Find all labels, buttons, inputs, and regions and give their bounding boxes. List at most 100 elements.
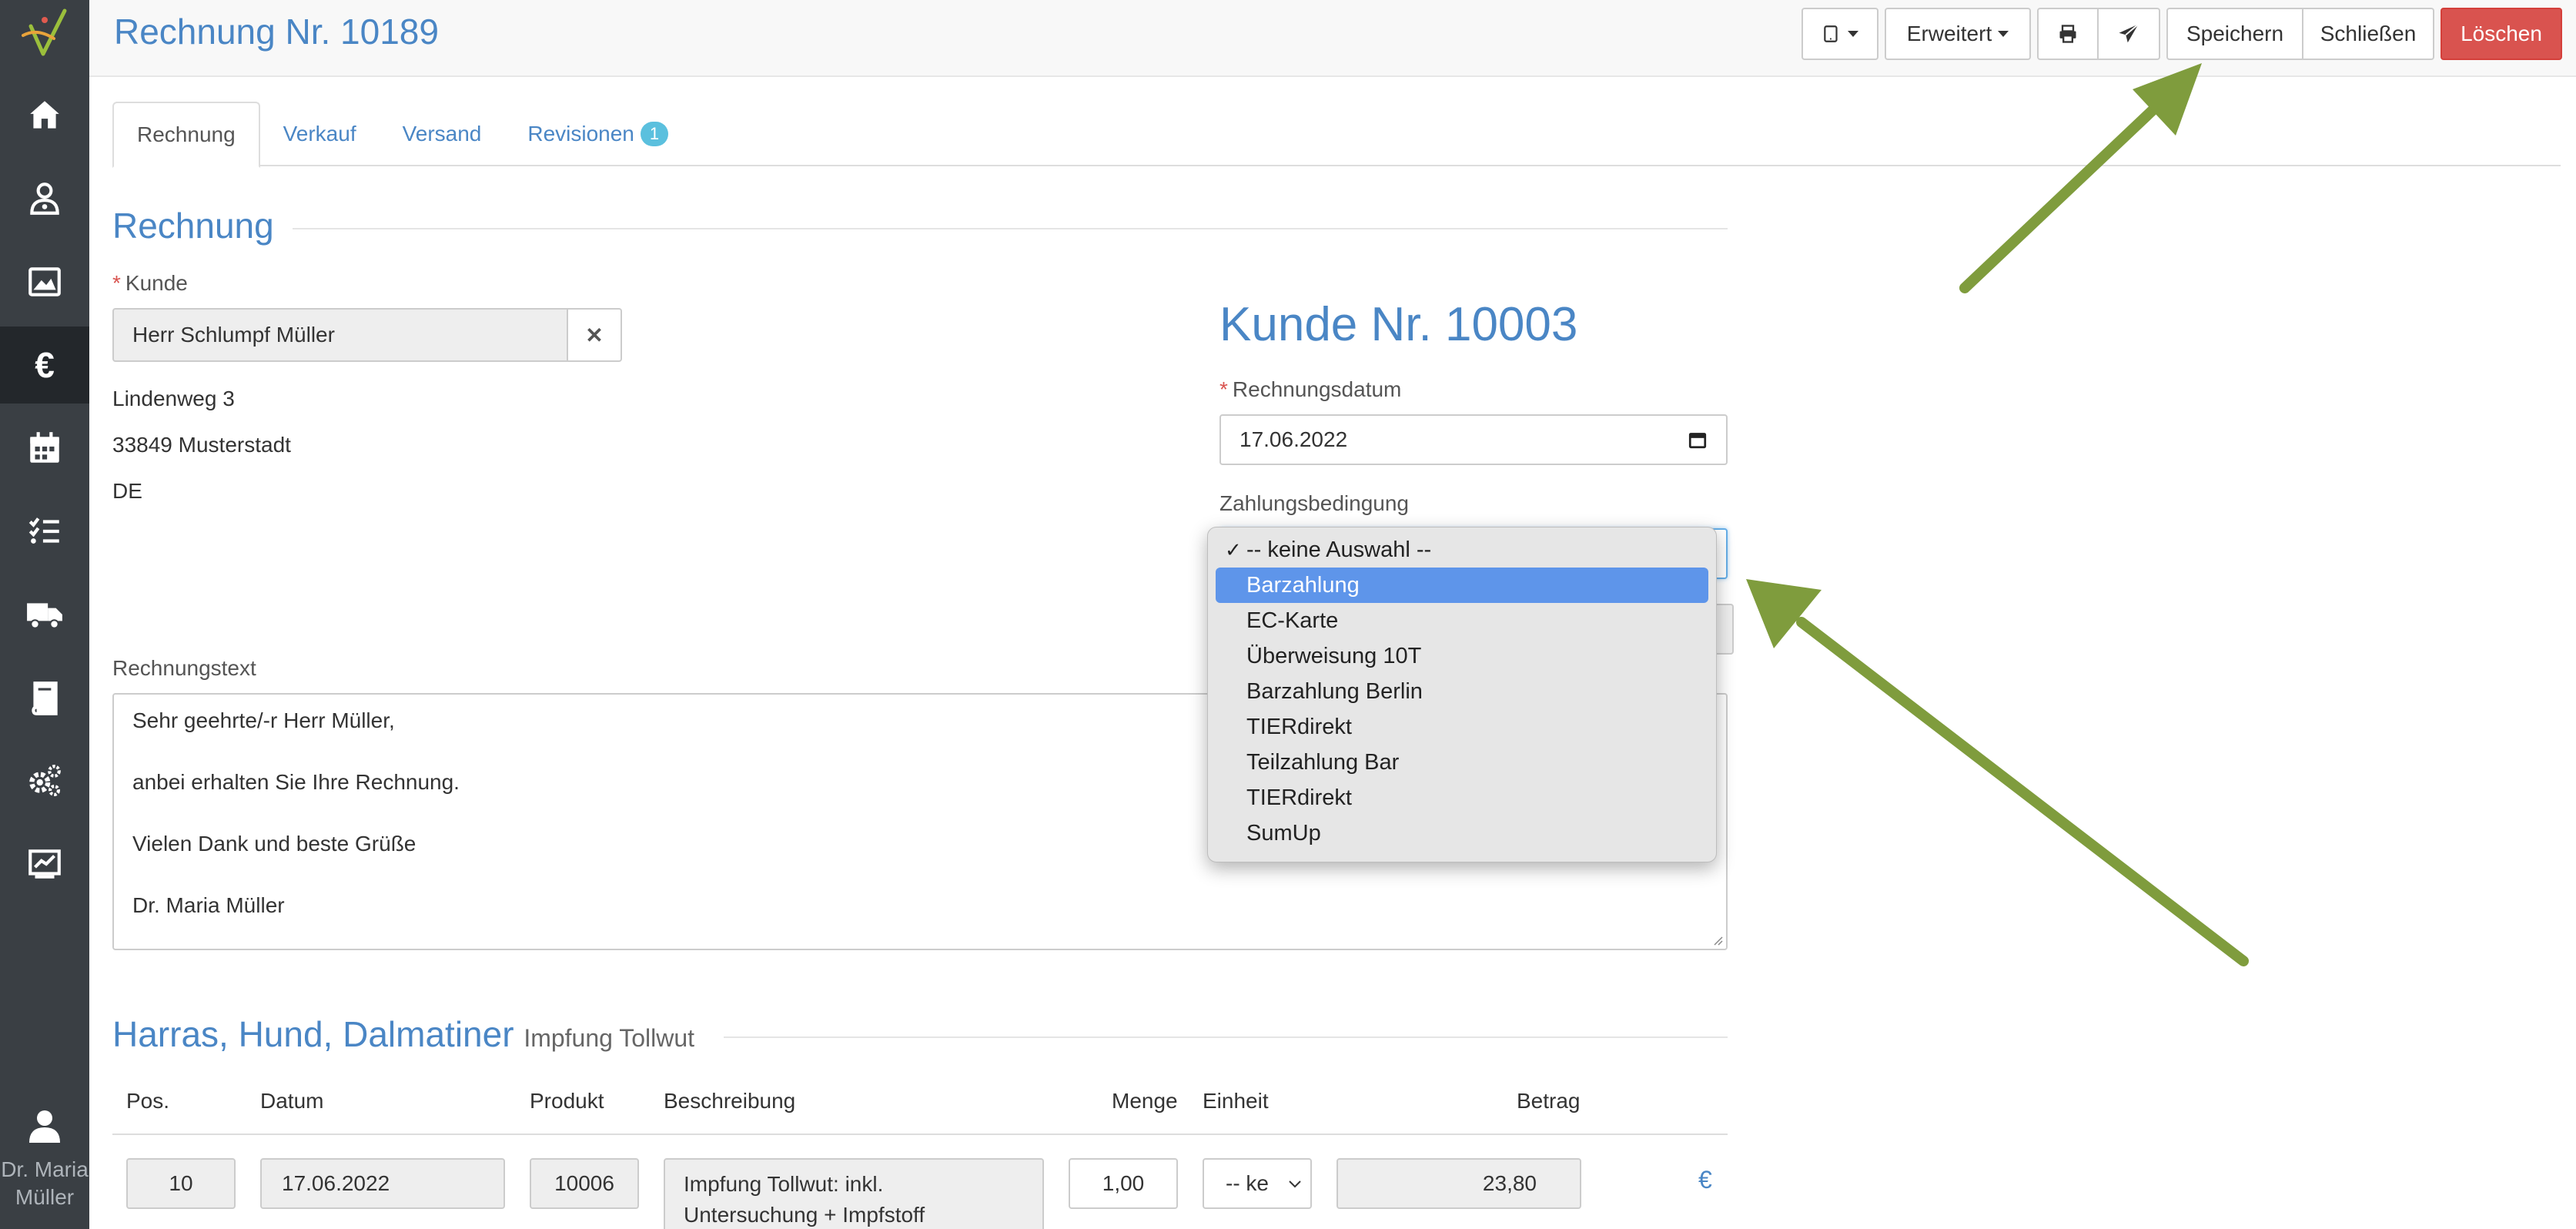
payment-terms-label: Zahlungsbedingung bbox=[1219, 491, 1409, 515]
row-product-field[interactable]: 10006 bbox=[530, 1158, 639, 1209]
animal-subtitle: Impfung Tollwut bbox=[524, 1024, 695, 1052]
column-header-unit: Einheit bbox=[1203, 1089, 1269, 1113]
sidebar-item-calendar[interactable] bbox=[0, 410, 89, 487]
page-title: Rechnung Nr. 10189 bbox=[114, 12, 439, 52]
sidebar-item-home[interactable] bbox=[0, 77, 89, 154]
column-header-date: Datum bbox=[260, 1089, 324, 1113]
row-quantity-field[interactable]: 1,00 bbox=[1069, 1158, 1178, 1209]
column-header-pos: Pos. bbox=[126, 1089, 170, 1113]
chevron-down-icon bbox=[1998, 31, 2009, 37]
sidebar-item-settings[interactable] bbox=[0, 742, 89, 819]
customer-label: * Kunde bbox=[112, 271, 188, 295]
dropdown-option[interactable]: EC-Karte bbox=[1216, 603, 1708, 638]
tablet-icon bbox=[1824, 25, 1838, 42]
invoice-text-line: Dr. Maria Müller bbox=[132, 893, 285, 917]
column-header-description: Beschreibung bbox=[664, 1089, 796, 1113]
arrow-to-save-button bbox=[1959, 63, 2202, 293]
row-pos-field[interactable]: 10 bbox=[126, 1158, 236, 1209]
image-icon bbox=[28, 267, 61, 296]
user-icon bbox=[29, 1110, 60, 1143]
user-name: Dr. Maria Müller bbox=[1, 1157, 89, 1209]
currency-icon: € bbox=[1698, 1166, 1712, 1194]
invoice-date-label: * Rechnungsdatum bbox=[1219, 377, 1402, 401]
sidebar-item-statistics[interactable] bbox=[0, 825, 89, 902]
section-title-invoice: Rechnung bbox=[112, 206, 274, 246]
sidebar-item-tasks[interactable] bbox=[0, 493, 89, 570]
dropdown-option[interactable]: Barzahlung Berlin bbox=[1216, 674, 1708, 709]
advanced-label: Erweitert bbox=[1906, 22, 1992, 45]
dropdown-option[interactable]: Überweisung 10T bbox=[1216, 638, 1708, 674]
dropdown-option[interactable]: SumUp bbox=[1216, 815, 1708, 851]
statistics-icon bbox=[28, 849, 61, 879]
sidebar-item-images[interactable] bbox=[0, 243, 89, 320]
patients-icon bbox=[30, 183, 59, 215]
address-country: DE bbox=[112, 479, 142, 503]
euro-icon: € bbox=[35, 345, 55, 385]
clear-customer-button[interactable]: ✕ bbox=[567, 308, 622, 362]
invoice-text-label: Rechnungstext bbox=[112, 656, 256, 680]
section-divider bbox=[293, 228, 1728, 229]
tasks-icon bbox=[28, 517, 59, 544]
animal-title: Harras, Hund, Dalmatiner Impfung Tollwut bbox=[112, 1014, 695, 1054]
table-header-divider bbox=[112, 1134, 1728, 1135]
close-icon: ✕ bbox=[585, 323, 604, 347]
tab-shipping[interactable]: Versand bbox=[380, 102, 505, 166]
print-icon bbox=[2059, 25, 2076, 43]
column-header-quantity: Menge bbox=[1112, 1089, 1178, 1113]
close-button[interactable]: Schließen bbox=[2302, 8, 2434, 60]
sidebar-item-patients[interactable] bbox=[0, 160, 89, 237]
send-icon bbox=[2119, 23, 2139, 43]
dropdown-option[interactable]: TIERdirekt bbox=[1216, 780, 1708, 815]
print-button[interactable] bbox=[2037, 8, 2099, 60]
tab-sales[interactable]: Verkauf bbox=[260, 102, 380, 166]
payment-terms-dropdown: ✓ -- keine Auswahl -- Barzahlung EC-Karte… bbox=[1207, 527, 1717, 862]
tab-revisions[interactable]: Revisionen 1 bbox=[504, 102, 691, 166]
row-amount-field[interactable]: 23,80 bbox=[1337, 1158, 1581, 1209]
truck-icon bbox=[27, 603, 62, 629]
close-label: Schließen bbox=[2320, 22, 2417, 45]
column-header-product: Produkt bbox=[530, 1089, 604, 1113]
book-icon bbox=[32, 681, 58, 715]
device-view-button[interactable] bbox=[1802, 8, 1878, 60]
row-date-field[interactable]: 17.06.2022 bbox=[260, 1158, 505, 1209]
chevron-down-icon bbox=[1848, 31, 1858, 37]
delete-button[interactable]: Löschen bbox=[2441, 8, 2562, 60]
header: Rechnung Nr. 10189 Erweitert Speichern S… bbox=[89, 0, 2576, 77]
dropdown-option-highlighted[interactable]: Barzahlung bbox=[1216, 568, 1708, 603]
calendar-icon bbox=[30, 432, 59, 463]
dropdown-option[interactable]: ✓ -- keine Auswahl -- bbox=[1216, 532, 1708, 568]
revisions-badge: 1 bbox=[640, 122, 669, 146]
tab-revisions-label: Revisionen bbox=[527, 122, 634, 146]
sidebar-item-billing[interactable]: € bbox=[0, 327, 89, 404]
calendar-picker-icon[interactable] bbox=[1688, 430, 1708, 450]
dropdown-option[interactable]: TIERdirekt bbox=[1216, 709, 1708, 745]
section-divider bbox=[724, 1036, 1728, 1038]
advanced-button[interactable]: Erweitert bbox=[1885, 8, 2031, 60]
column-header-amount: Betrag bbox=[1517, 1089, 1581, 1113]
address-street: Lindenweg 3 bbox=[112, 387, 235, 410]
send-button[interactable] bbox=[2097, 8, 2160, 60]
row-description-field[interactable]: Impfung Tollwut: inkl. Untersuchung + Im… bbox=[664, 1158, 1044, 1229]
row-description-line: Untersuchung + Impfstoff bbox=[684, 1203, 925, 1227]
sidebar-item-catalog[interactable] bbox=[0, 659, 89, 736]
save-button[interactable]: Speichern bbox=[2166, 8, 2303, 60]
delete-label: Löschen bbox=[2461, 22, 2542, 45]
tab-bar: Rechnung Verkauf Versand Revisionen 1 bbox=[112, 102, 2561, 168]
row-unit-select[interactable]: -- ke bbox=[1203, 1158, 1312, 1209]
customer-field[interactable]: Herr Schlumpf Müller bbox=[112, 308, 568, 362]
resize-handle-icon[interactable] bbox=[1711, 933, 1723, 946]
home-icon bbox=[30, 101, 59, 129]
row-description-line: Impfung Tollwut: inkl. bbox=[684, 1172, 884, 1196]
tab-invoice[interactable]: Rechnung bbox=[112, 102, 260, 168]
address-city: 33849 Musterstadt bbox=[112, 433, 291, 457]
sidebar-item-shipping[interactable] bbox=[0, 576, 89, 653]
settings-icon bbox=[29, 765, 61, 796]
arrow-to-payment-select bbox=[1746, 579, 2249, 966]
sidebar: € Dr. Maria Müller bbox=[0, 0, 89, 1229]
customer-number-title: Kunde Nr. 10003 bbox=[1219, 298, 1578, 351]
user-menu[interactable]: Dr. Maria Müller bbox=[0, 1109, 89, 1211]
invoice-date-field[interactable]: 17.06.2022 bbox=[1219, 414, 1728, 465]
chevron-down-icon bbox=[1289, 1180, 1301, 1188]
dropdown-option[interactable]: Teilzahlung Bar bbox=[1216, 745, 1708, 780]
logo-icon[interactable] bbox=[14, 5, 75, 60]
